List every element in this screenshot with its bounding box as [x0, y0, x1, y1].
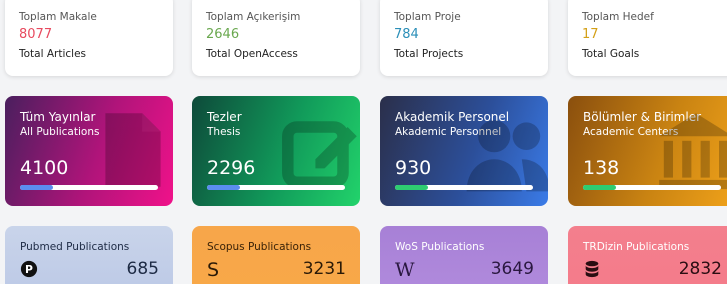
document-icon	[105, 113, 161, 187]
card-thesis[interactable]: Tezler Thesis 2296	[192, 96, 360, 206]
progress-bar	[20, 185, 158, 190]
pubmed-icon: P	[20, 260, 38, 278]
db-label: Scopus Publications	[207, 241, 312, 253]
stat-value: 17	[582, 27, 599, 42]
card-academic-centers[interactable]: Bölümler & Birimler Academic Centers 138	[568, 96, 727, 206]
building-icon	[659, 113, 727, 190]
stat-sub: Total Articles	[19, 48, 87, 60]
stat-sub: Total OpenAccess	[206, 48, 298, 60]
stat-card-openaccess[interactable]: Toplam Açıkerişim 2646 Total OpenAccess	[192, 0, 360, 76]
card-value: 4100	[20, 157, 69, 179]
db-count: 3649	[490, 259, 534, 279]
card-trdizin[interactable]: TRDizin Publications 2832	[568, 226, 727, 284]
users-icon	[466, 120, 548, 192]
stat-value: 784	[394, 27, 419, 42]
stat-label: Toplam Hedef	[582, 11, 654, 23]
progress-fill	[20, 185, 54, 190]
progress-bar	[395, 185, 533, 190]
card-value: 930	[395, 157, 432, 179]
stat-value: 2646	[206, 27, 240, 42]
db-label: WoS Publications	[395, 241, 485, 253]
card-value: 138	[583, 157, 620, 179]
stat-label: Toplam Makale	[19, 11, 97, 23]
stat-sub: Total Projects	[394, 48, 464, 60]
svg-text:P: P	[25, 263, 33, 276]
db-label: TRDizin Publications	[583, 241, 690, 253]
stat-card-projects[interactable]: Toplam Proje 784 Total Projects	[380, 0, 548, 76]
db-count: 2832	[678, 259, 722, 279]
progress-fill	[395, 185, 429, 190]
card-wos[interactable]: WoS Publications W 3649	[380, 226, 548, 284]
scopus-icon: S	[207, 259, 220, 281]
stat-value: 8077	[19, 27, 53, 42]
stat-card-goals[interactable]: Toplam Hedef 17 Total Goals	[568, 0, 727, 76]
card-all-publications[interactable]: Tüm Yayınlar All Publications 4100	[5, 96, 173, 206]
progress-bar	[207, 185, 345, 190]
progress-fill	[207, 185, 241, 190]
edit-icon	[282, 121, 357, 188]
card-academic-personnel[interactable]: Akademik Personel Akademic Personnel 930	[380, 96, 548, 206]
database-icon	[585, 260, 599, 278]
stat-label: Toplam Açıkerişim	[206, 11, 301, 23]
db-count: 685	[126, 259, 159, 279]
card-value: 2296	[207, 157, 256, 179]
stat-label: Toplam Proje	[394, 11, 461, 23]
db-count: 3231	[302, 259, 346, 279]
db-label: Pubmed Publications	[20, 241, 130, 253]
progress-fill	[583, 185, 617, 190]
stat-sub: Total Goals	[582, 48, 640, 60]
card-pubmed[interactable]: Pubmed Publications P 685	[5, 226, 173, 284]
stat-card-articles[interactable]: Toplam Makale 8077 Total Articles	[5, 0, 173, 76]
progress-bar	[583, 185, 721, 190]
dashboard: Toplam Makale 8077 Total Articles Toplam…	[0, 0, 727, 284]
card-scopus[interactable]: Scopus Publications S 3231	[192, 226, 360, 284]
wos-icon: W	[395, 259, 415, 281]
